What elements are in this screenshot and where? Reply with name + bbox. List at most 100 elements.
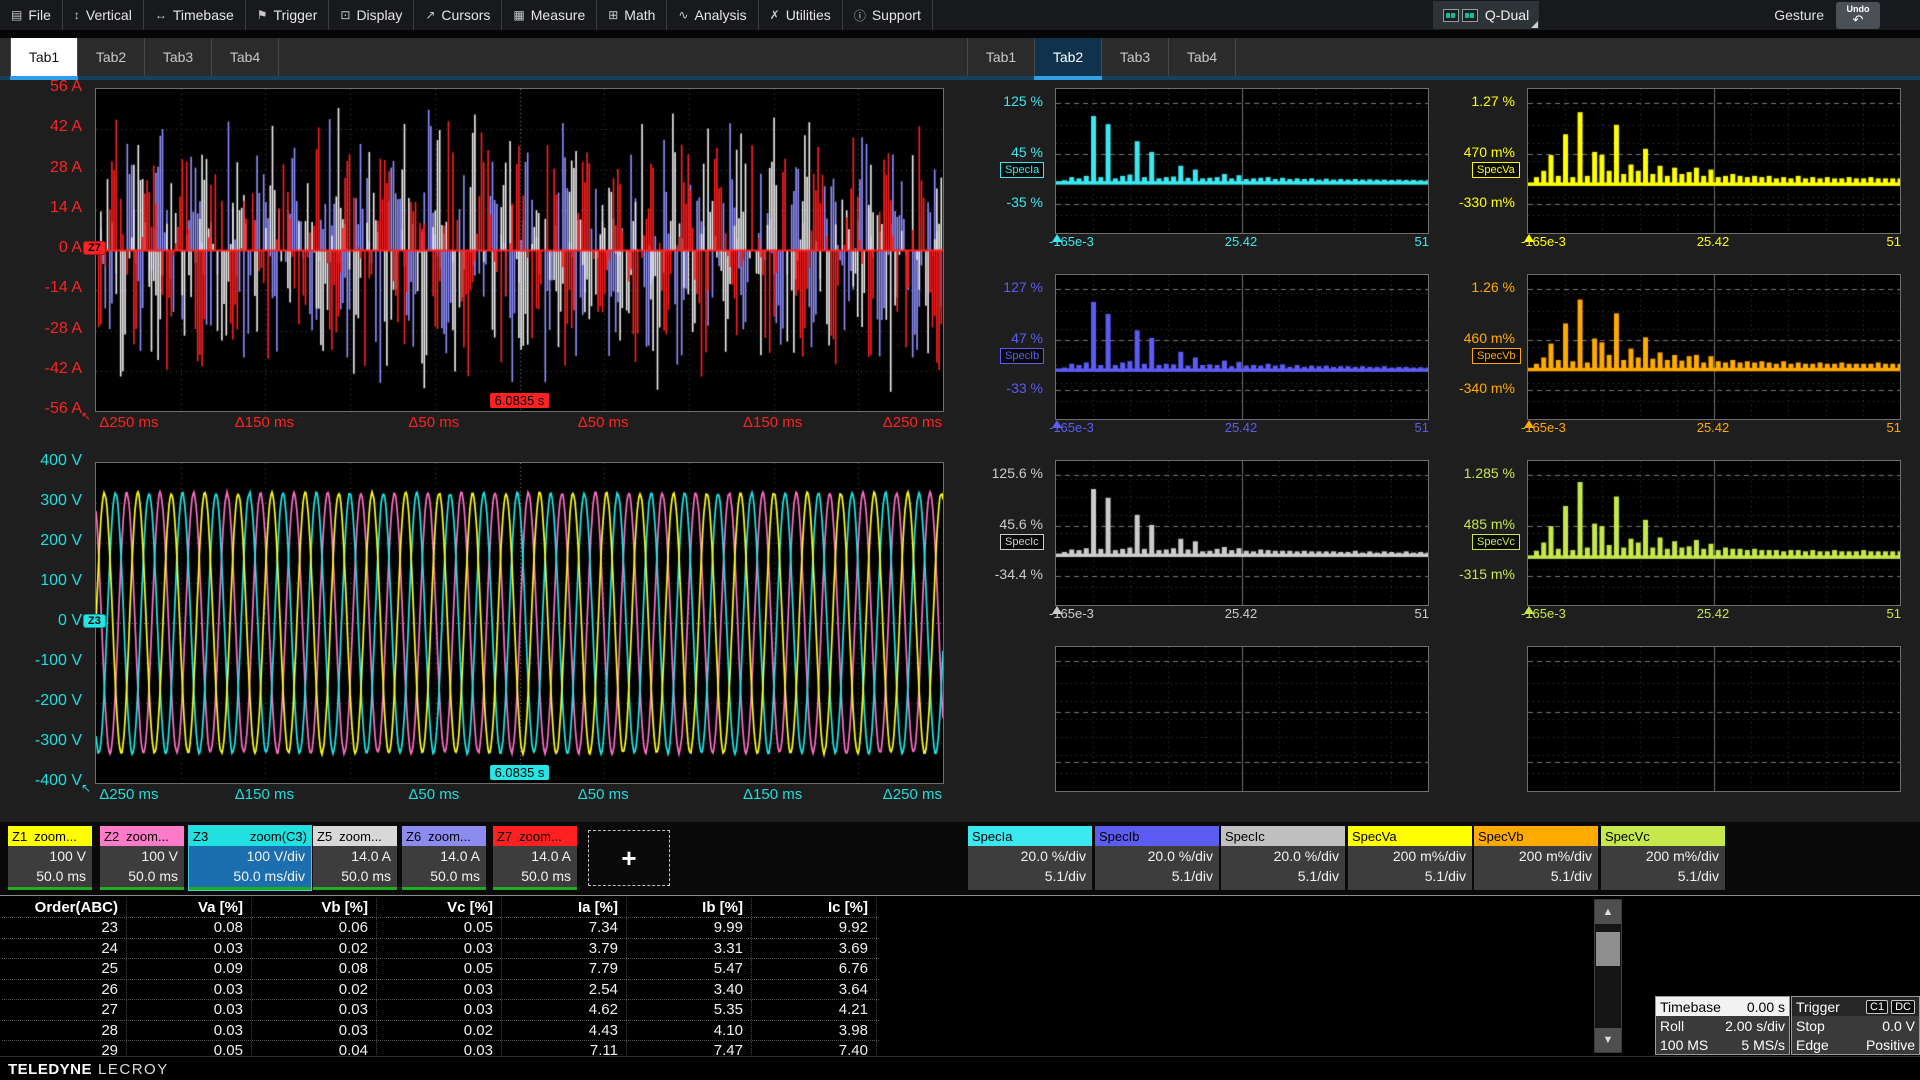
spectrum-specib[interactable]: SpecIb (1055, 274, 1429, 420)
spectrum-x-label-min: -165e-3 (1521, 234, 1566, 249)
menu-item-vertical[interactable]: ↕Vertical (63, 0, 144, 30)
menu-item-utilities[interactable]: ✗Utilities (759, 0, 843, 30)
scroll-thumb[interactable] (1596, 932, 1620, 966)
cursor-time-badge[interactable]: 6.0835 s (490, 765, 550, 780)
add-trace-button[interactable]: + (588, 830, 670, 886)
voltage-y-label: -200 V (0, 692, 82, 710)
descriptor-specia[interactable]: SpecIa20.0 %/div5.1/div (968, 826, 1092, 890)
tab-right-tab1[interactable]: Tab1 (967, 38, 1035, 76)
table-cell: 25 (2, 959, 127, 979)
menu-item-measure[interactable]: ▦Measure (502, 0, 597, 30)
scroll-down-button[interactable]: ▼ (1595, 1028, 1621, 1052)
qdual-button[interactable]: Q-Dual (1433, 1, 1539, 29)
trace-source: zoom... (34, 829, 88, 844)
current-plot[interactable]: Z76.0835 s (95, 88, 944, 412)
zoom-marker-badge[interactable]: Z7 (83, 241, 106, 255)
trigger-mode: Stop (1796, 1018, 1825, 1034)
spectrum-empty-2[interactable] (1527, 646, 1901, 792)
table-cell: 4.43 (502, 1021, 627, 1041)
descriptor-specib[interactable]: SpecIb20.0 %/div5.1/div (1095, 826, 1219, 890)
menu-item-timebase[interactable]: ↔Timebase (144, 0, 246, 30)
current-y-label: -56 A (0, 400, 82, 418)
voltage-y-label: 200 V (0, 532, 82, 550)
descriptor-specva[interactable]: SpecVa200 m%/div5.1/div (1348, 826, 1472, 890)
trace-label-badge[interactable]: SpecIb (1000, 348, 1044, 364)
trace-scale-horizontal: 5.1/div (1474, 866, 1598, 886)
spectrum-specic[interactable]: SpecIc (1055, 460, 1429, 606)
trace-scale-vertical: 20.0 %/div (968, 846, 1092, 866)
trace-label-badge[interactable]: SpecVb (1472, 348, 1521, 364)
trigger-type: Edge (1796, 1037, 1829, 1053)
tab-right-tab2[interactable]: Tab2 (1035, 38, 1102, 76)
spectrum-specia-canvas[interactable] (1056, 89, 1428, 233)
tab-right-tab3[interactable]: Tab3 (1102, 38, 1169, 76)
menu-item-math[interactable]: ⊞Math (597, 0, 667, 30)
trace-label-badge[interactable]: SpecIa (1000, 162, 1044, 178)
tab-right-tab4[interactable]: Tab4 (1169, 38, 1236, 76)
voltage-plot[interactable]: Z36.0835 s (95, 462, 944, 784)
tab-left-tab4[interactable]: Tab4 (212, 38, 279, 76)
trace-scale-vertical: 14.0 A (313, 846, 397, 866)
descriptor-z6[interactable]: Z6zoom...14.0 A50.0 ms (402, 826, 486, 890)
spectrum-x-label-mid: 25.42 (1225, 234, 1258, 249)
tab-left-tab2[interactable]: Tab2 (78, 38, 145, 76)
trace-scale-vertical: 20.0 %/div (1095, 846, 1219, 866)
spectrum-x-label-mid: 25.42 (1225, 420, 1258, 435)
descriptor-body: 200 m%/div5.1/div (1348, 846, 1472, 890)
undo-button[interactable]: Undo ↶ (1836, 2, 1880, 29)
menu-item-analysis[interactable]: ∿Analysis (667, 0, 758, 30)
menu-item-label: File (28, 7, 51, 23)
trigger-row: Edge Positive (1792, 1035, 1919, 1054)
spectrum-specic-canvas[interactable] (1056, 461, 1428, 605)
descriptor-z5[interactable]: Z5zoom...14.0 A50.0 ms (313, 826, 397, 890)
tab-left-tab3[interactable]: Tab3 (145, 38, 212, 76)
spectrum-specva-canvas[interactable] (1528, 89, 1900, 233)
descriptor-z3[interactable]: Z3zoom(C3)100 V/div50.0 ms/div (189, 826, 311, 890)
spectrum-empty-2-canvas[interactable] (1528, 647, 1900, 791)
trace-label-badge[interactable]: SpecVc (1472, 534, 1520, 550)
descriptor-body: 20.0 %/div5.1/div (1095, 846, 1219, 890)
descriptor-z1[interactable]: Z1zoom...100 V50.0 ms (8, 826, 92, 890)
table-header-cell: Ic [%] (752, 898, 877, 917)
spectrum-specvb[interactable]: SpecVb (1527, 274, 1901, 420)
descriptor-z7[interactable]: Z7zoom...14.0 A50.0 ms (493, 826, 577, 890)
descriptor-specvb[interactable]: SpecVb200 m%/div5.1/div (1474, 826, 1598, 890)
spectrum-x-label-max: 51 (1887, 420, 1901, 435)
menu-item-trigger[interactable]: ⚑Trigger (246, 0, 330, 30)
trace-label-badge[interactable]: SpecVa (1472, 162, 1520, 178)
table-scrollbar[interactable]: ▲ ▼ (1594, 899, 1622, 1053)
table-header-cell: Order(ABC) (2, 898, 127, 917)
trace-label-badge[interactable]: SpecIc (1000, 534, 1044, 550)
voltage-plot-canvas[interactable] (96, 463, 943, 783)
spectrum-empty-1[interactable] (1055, 646, 1429, 792)
menu-item-cursors[interactable]: ↗Cursors (414, 0, 502, 30)
spectrum-specvc[interactable]: SpecVc (1527, 460, 1901, 606)
descriptor-specvc[interactable]: SpecVc200 m%/div5.1/div (1601, 826, 1725, 890)
scroll-up-button[interactable]: ▲ (1595, 900, 1621, 924)
trace-scale-vertical: 14.0 A (402, 846, 486, 866)
trigger-summary-box[interactable]: Trigger C1 DC Stop 0.0 V Edge Positive (1791, 996, 1920, 1055)
spectrum-specib-canvas[interactable] (1056, 275, 1428, 419)
menu-item-support[interactable]: ⓘSupport (843, 0, 933, 30)
timebase-summary-box[interactable]: Timebase 0.00 s Roll 2.00 s/div 100 MS 5… (1655, 996, 1790, 1055)
spectrum-specva[interactable]: SpecVa (1527, 88, 1901, 234)
spectrum-specvb-canvas[interactable] (1528, 275, 1900, 419)
spectrum-y-label: 47 % (959, 330, 1043, 346)
spectrum-specvc-canvas[interactable] (1528, 461, 1900, 605)
tab-left-tab1[interactable]: Tab1 (10, 38, 78, 76)
table-cell: 0.02 (252, 980, 377, 1000)
spectrum-empty-1-canvas[interactable] (1056, 647, 1428, 791)
cursor-time-badge[interactable]: 6.0835 s (490, 393, 550, 408)
descriptor-specic[interactable]: SpecIc20.0 %/div5.1/div (1221, 826, 1345, 890)
menu-item-display[interactable]: ⊡Display (329, 0, 414, 30)
zoom-marker-badge[interactable]: Z3 (83, 614, 106, 628)
trace-scale-horizontal: 5.1/div (1221, 866, 1345, 886)
descriptor-body: 100 V50.0 ms (8, 846, 92, 887)
gesture-label[interactable]: Gesture (1774, 7, 1824, 23)
current-plot-canvas[interactable] (96, 89, 943, 411)
voltage-y-label: -400 V (0, 772, 82, 790)
descriptor-z2[interactable]: Z2zoom...100 V50.0 ms (100, 826, 184, 890)
menu-item-file[interactable]: ▤File (0, 0, 63, 30)
menu-item-label: Cursors (441, 7, 490, 23)
spectrum-specia[interactable]: SpecIa (1055, 88, 1429, 234)
